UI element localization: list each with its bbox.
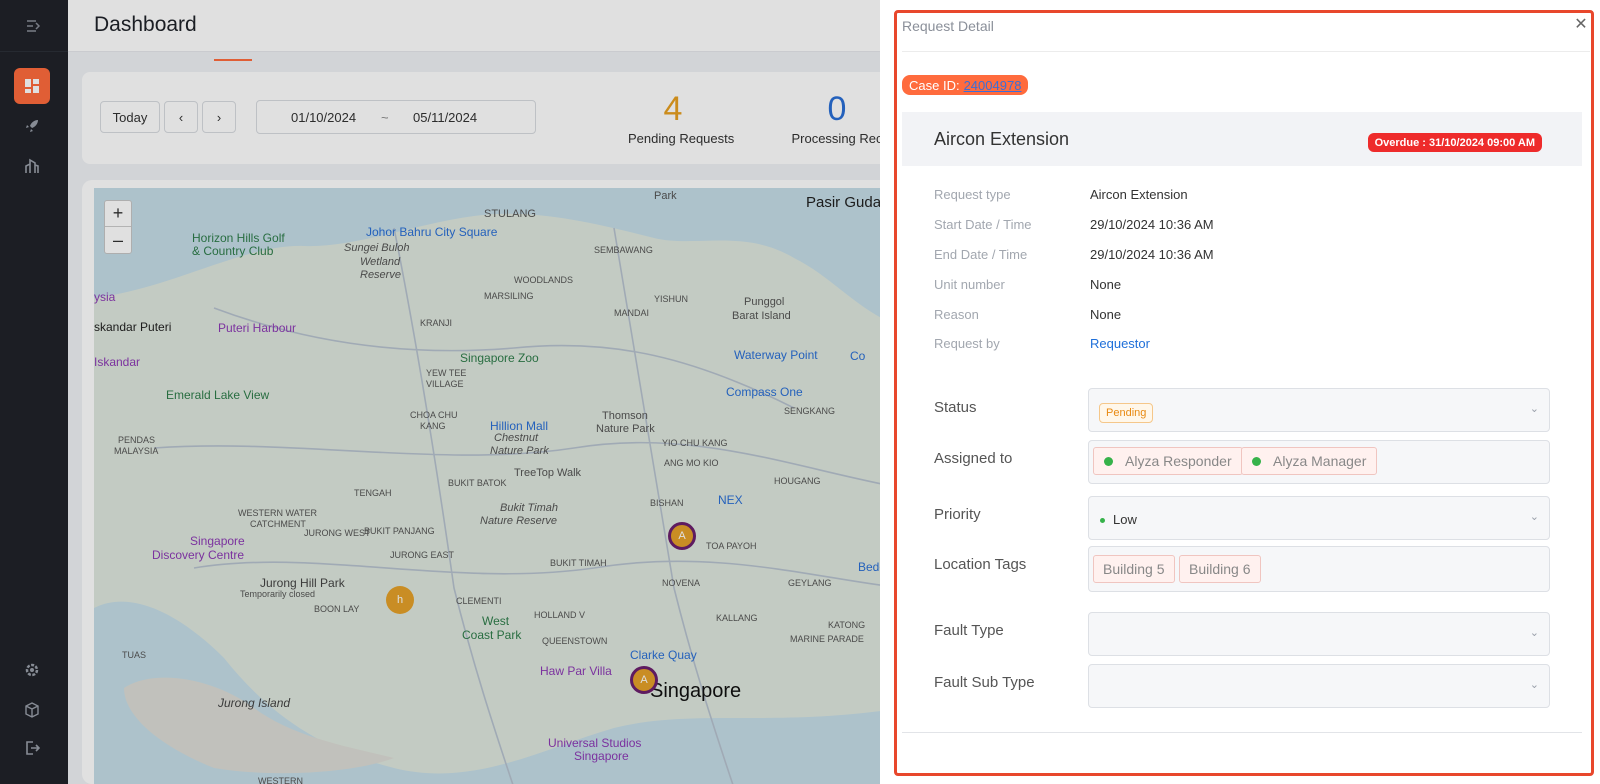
status-label: Status xyxy=(934,399,977,416)
info-key: Request type xyxy=(934,187,1011,202)
chevron-down-icon: ⌄ xyxy=(1529,627,1539,639)
info-value: None xyxy=(1090,307,1122,322)
location-tag[interactable]: Building 5 xyxy=(1093,555,1175,583)
close-icon[interactable]: ✕ xyxy=(1572,16,1590,34)
priority-dot-icon xyxy=(1100,518,1105,523)
assignee-tag[interactable]: Alyza Responder xyxy=(1093,447,1243,475)
chevron-down-icon: ⌄ xyxy=(1529,679,1539,691)
fault-type-row: Fault Type ⌄ xyxy=(934,612,1550,656)
location-select[interactable]: Building 5 Building 6 xyxy=(1088,546,1550,592)
case-id-prefix: Case ID: xyxy=(909,77,960,93)
info-key: Start Date / Time xyxy=(934,217,1032,232)
priority-label: Priority xyxy=(934,506,981,523)
overdue-badge: Overdue : 31/10/2024 09:00 AM xyxy=(1367,133,1542,152)
priority-value: Low xyxy=(1113,512,1137,527)
assignee-name: Alyza Manager xyxy=(1273,453,1367,469)
case-id-badge: Case ID: 24004978 xyxy=(902,75,1029,95)
location-tag[interactable]: Building 6 xyxy=(1179,555,1261,583)
status-row: Status Pending ⌄ xyxy=(934,388,1550,432)
info-row-unit-number: Unit number None xyxy=(934,277,1534,295)
chevron-down-icon: ⌄ xyxy=(1529,403,1539,415)
fault-sub-type-label: Fault Sub Type xyxy=(934,674,1035,691)
info-row-start-date: Start Date / Time 29/10/2024 10:36 AM xyxy=(934,217,1534,235)
online-dot-icon xyxy=(1252,456,1261,466)
info-key: Reason xyxy=(934,307,979,322)
drawer-header: Request Detail ✕ xyxy=(902,14,1590,52)
info-row-request-by: Request by Requestor xyxy=(934,336,1534,354)
info-row-reason: Reason None xyxy=(934,307,1534,325)
fault-sub-type-select[interactable]: ⌄ xyxy=(1088,664,1550,708)
priority-select[interactable]: Low ⌄ xyxy=(1088,496,1550,540)
location-row: Location Tags Building 5 Building 6 xyxy=(934,546,1550,592)
info-value: Aircon Extension xyxy=(1090,187,1188,202)
case-id-link[interactable]: 24004978 xyxy=(964,78,1022,93)
modal-overlay[interactable] xyxy=(0,0,880,784)
drawer-footer-divider xyxy=(902,732,1582,733)
fault-type-select[interactable]: ⌄ xyxy=(1088,612,1550,656)
assignee-name: Alyza Responder xyxy=(1125,453,1232,469)
info-key: Unit number xyxy=(934,277,1005,292)
chevron-down-icon: ⌄ xyxy=(1529,511,1539,523)
info-key: Request by xyxy=(934,336,1000,351)
status-select[interactable]: Pending ⌄ xyxy=(1088,388,1550,432)
priority-row: Priority Low ⌄ xyxy=(934,496,1550,540)
request-title-band: Aircon Extension Overdue : 31/10/2024 09… xyxy=(902,112,1582,166)
request-title: Aircon Extension xyxy=(934,129,1070,149)
info-value: 29/10/2024 10:36 AM xyxy=(1090,247,1214,262)
location-label: Location Tags xyxy=(934,556,1027,573)
info-value: 29/10/2024 10:36 AM xyxy=(1090,217,1214,232)
info-row-request-type: Request type Aircon Extension xyxy=(934,187,1534,205)
assignee-tag[interactable]: Alyza Manager xyxy=(1241,447,1378,475)
drawer-title: Request Detail xyxy=(902,18,994,34)
info-value: None xyxy=(1090,277,1122,292)
info-key: End Date / Time xyxy=(934,247,1028,262)
assigned-label: Assigned to xyxy=(934,450,1013,467)
status-badge: Pending xyxy=(1099,403,1154,423)
requestor-link[interactable]: Requestor xyxy=(1090,336,1150,351)
assigned-select[interactable]: Alyza Responder Alyza Manager xyxy=(1088,440,1550,484)
assigned-row: Assigned to Alyza Responder Alyza Manage… xyxy=(934,440,1550,484)
info-row-end-date: End Date / Time 29/10/2024 10:36 AM xyxy=(934,247,1534,265)
fault-type-label: Fault Type xyxy=(934,622,1004,639)
app: Dashboard Today ‹ › 01/10/2024 ~ 05/11/2… xyxy=(0,0,1600,784)
online-dot-icon xyxy=(1104,456,1113,466)
fault-sub-type-row: Fault Sub Type ⌄ xyxy=(934,664,1550,708)
